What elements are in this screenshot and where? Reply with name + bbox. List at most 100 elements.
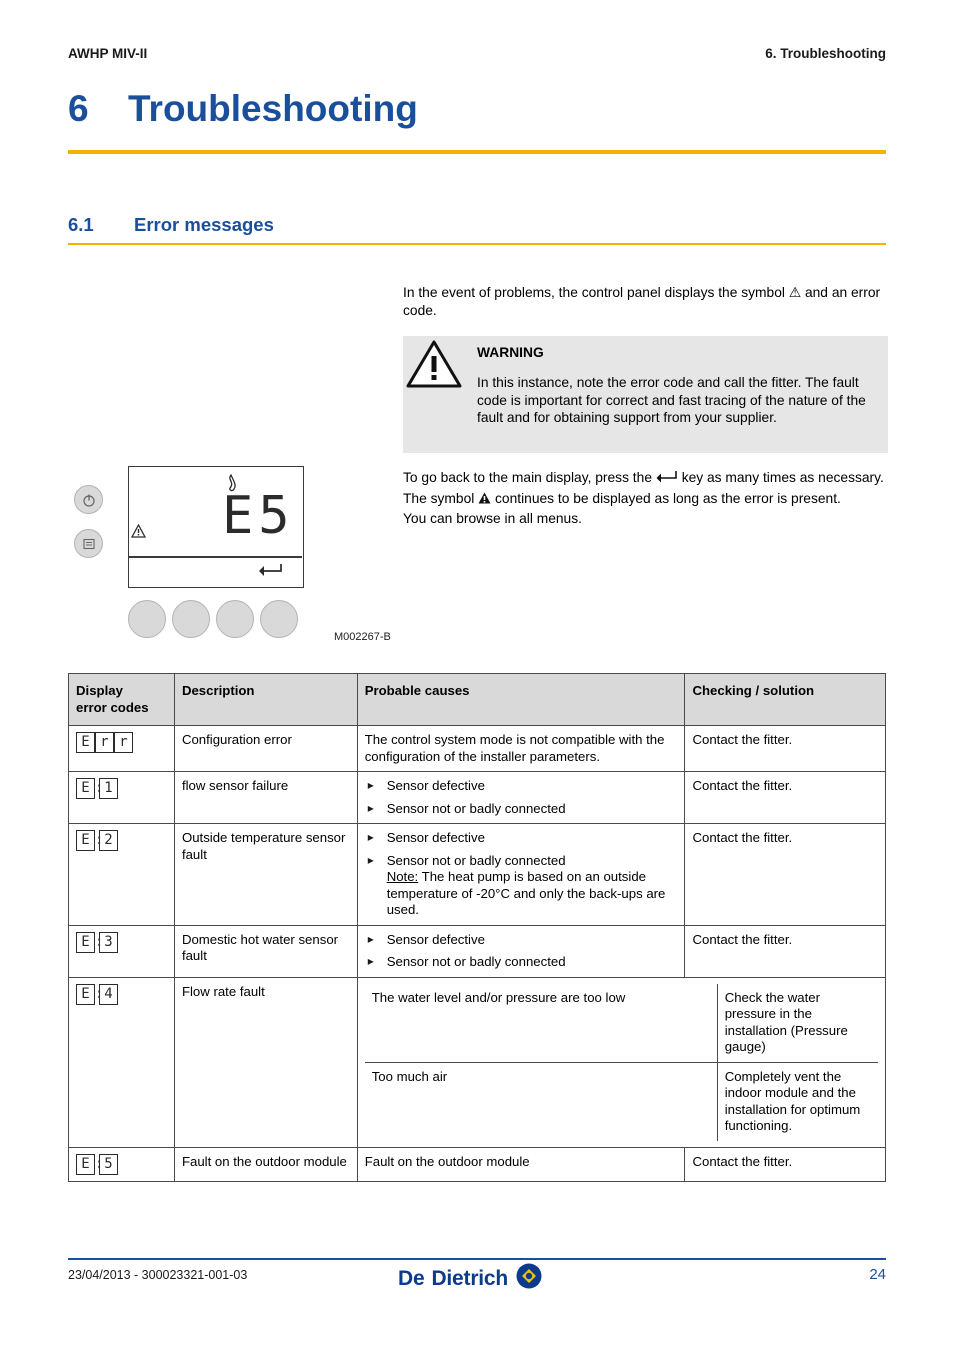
panel-button-3 (216, 600, 254, 638)
solution-cell: Contact the fitter. (684, 725, 886, 772)
sub-table: The water level and/or pressure are too … (364, 983, 878, 1141)
column-header-code-line1: Display (76, 683, 123, 698)
list-item: Sensor not or badly connected Note: The … (365, 852, 678, 919)
menu-icon (74, 529, 103, 558)
footer-divider (68, 1258, 886, 1260)
causes-list: Sensor defective Sensor not or badly con… (365, 829, 678, 919)
error-code-cell: E:4 (68, 976, 175, 1148)
footer-left-text: 23/04/2013 - 300023321-001-03 (68, 1268, 248, 1282)
segment-char: E (76, 732, 95, 753)
column-header-causes: Probable causes (356, 673, 686, 726)
segment-char: E (76, 830, 95, 851)
causes-cell: Sensor defective Sensor not or badly con… (356, 823, 686, 926)
lcd-return-arrow-icon (258, 560, 284, 582)
causes-cell: The control system mode is not compatibl… (356, 725, 686, 772)
segment-char: 5 (99, 1153, 118, 1175)
table-row: Err Configuration error The control syst… (68, 725, 886, 772)
causes-list: Sensor defective Sensor not or badly con… (365, 777, 678, 818)
illustration-reference: M002267-B (334, 631, 391, 643)
chapter-divider (68, 150, 886, 154)
lcd-divider (128, 556, 302, 558)
sub-cause-cell: The water level and/or pressure are too … (364, 983, 718, 1063)
page-header: AWHP MIV-II 6. Troubleshooting (68, 46, 886, 61)
sub-row: The water level and/or pressure are too … (364, 983, 878, 1063)
table-header-row: Display error codes Description Probable… (68, 673, 886, 726)
description-cell: Domestic hot water sensor fault (173, 924, 358, 978)
note-text: The heat pump is based on an outside tem… (386, 869, 666, 917)
error-code-cell: E:3 (68, 924, 175, 978)
segment-char: 1 (99, 778, 118, 799)
panel-button-4 (260, 600, 298, 638)
description-cell: flow sensor failure (173, 771, 358, 824)
solution-cell: Contact the fitter. (684, 924, 886, 978)
brand-logo: De Dietrich (398, 1262, 543, 1295)
solution-cell: Contact the fitter. (684, 823, 886, 926)
table-row: E:2 Outside temperature sensor fault Sen… (68, 823, 886, 926)
column-header-code-line2: error codes (76, 699, 149, 715)
after-warning-line2: You can browse in all menus. (403, 511, 582, 526)
segment-char: E (76, 983, 95, 1005)
chapter-title: Troubleshooting (128, 88, 418, 129)
warning-title: WARNING (477, 345, 544, 360)
standby-icon (74, 485, 103, 514)
sub-solution-cell: Check the water pressure in the installa… (717, 983, 878, 1063)
chapter-heading: 6 Troubleshooting (68, 88, 886, 130)
causes-cell: Sensor defective Sensor not or badly con… (356, 771, 686, 824)
panel-button-1 (128, 600, 166, 638)
segment-char: E (76, 778, 95, 799)
table-row: E:4 Flow rate fault The water level and/… (68, 976, 887, 1148)
section-number: 6.1 (68, 214, 94, 235)
sub-solution-cell: Completely vent the indoor module and th… (724, 1068, 861, 1134)
description-cell: Outside temperature sensor fault (173, 823, 358, 926)
header-left-text: AWHP MIV-II (68, 46, 148, 61)
warning-triangle-icon (406, 339, 462, 389)
table-row: E:1 flow sensor failure Sensor defective… (68, 771, 886, 824)
warning-symbol-inline (478, 491, 495, 506)
list-item: Sensor defective (365, 777, 678, 795)
segment-char: E (76, 1153, 95, 1175)
table-row: E:5 Fault on the outdoor module Fault on… (68, 1146, 886, 1182)
document-page: AWHP MIV-II 6. Troubleshooting 6 Trouble… (0, 0, 954, 1350)
solution-cell: Contact the fitter. (684, 1146, 886, 1182)
error-codes-table: Display error codes Description Probable… (68, 673, 887, 1182)
section-divider (68, 243, 886, 245)
note-label: Note: (386, 869, 419, 884)
table-row: E:3 Domestic hot water sensor fault Sens… (68, 924, 886, 978)
column-header-description: Description (173, 673, 358, 726)
list-item: Sensor defective (365, 931, 678, 949)
error-code-cell: Err (68, 725, 175, 772)
segment-char: r (114, 732, 133, 753)
error-code-cell: E:1 (68, 771, 175, 824)
list-item: Sensor defective (365, 829, 678, 847)
causes-solution-subtable-cell: The water level and/or pressure are too … (356, 976, 887, 1148)
solution-cell: Contact the fitter. (684, 771, 886, 824)
segment-char: E (76, 931, 95, 953)
segment-char: r (95, 732, 114, 753)
chapter-number: 6 (68, 88, 89, 129)
description-cell: Configuration error (173, 725, 358, 772)
logo-mark-icon (515, 1262, 543, 1295)
segment-char: 2 (99, 830, 118, 851)
list-item: Sensor not or badly connected (365, 953, 678, 971)
intro-paragraph: In the event of problems, the control pa… (403, 285, 881, 318)
header-right-text: 6. Troubleshooting (765, 46, 886, 61)
lcd-warning-icon (130, 523, 147, 543)
after-warning-part1: To go back to the main display, press th… (403, 470, 652, 485)
lcd-error-code: E5 (222, 486, 295, 546)
section-heading: 6.1 Error messages (68, 214, 886, 236)
logo-text-de: De (398, 1266, 425, 1290)
after-warning-part3: continues to be displayed as long as the… (495, 491, 841, 506)
causes-cell: Fault on the outdoor module (356, 1146, 686, 1182)
panel-button-2 (172, 600, 210, 638)
warning-body: In this instance, note the error code an… (477, 375, 866, 426)
causes-cell: Sensor defective Sensor not or badly con… (356, 924, 686, 978)
sub-cause-cell: Too much air (364, 1062, 718, 1141)
description-cell: Fault on the outdoor module (173, 1146, 358, 1182)
segment-char: 3 (99, 931, 118, 953)
causes-list: Sensor defective Sensor not or badly con… (365, 931, 678, 971)
section-title: Error messages (134, 214, 274, 235)
list-item: Sensor not or badly connected (365, 800, 678, 818)
column-header-solution: Checking / solution (684, 673, 886, 726)
column-header-code: Display error codes (68, 673, 175, 726)
error-code-cell: E:2 (68, 823, 175, 926)
